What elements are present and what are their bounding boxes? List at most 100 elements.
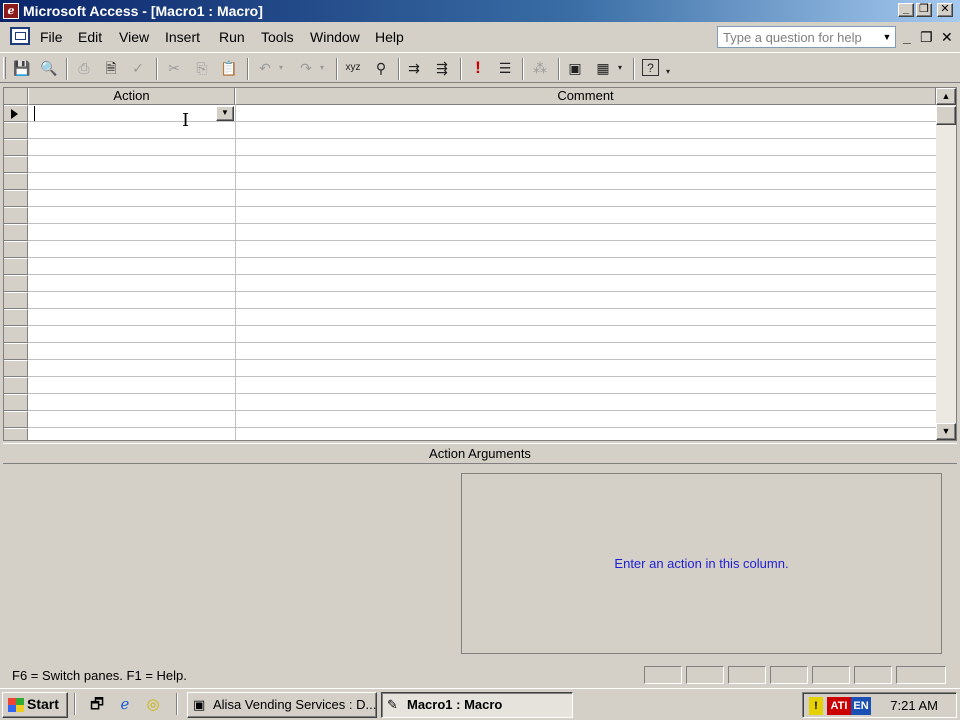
print-preview-db-icon[interactable]: 🔍 xyxy=(40,59,58,77)
scroll-down-button[interactable]: ▼ xyxy=(936,423,956,440)
row-selector[interactable] xyxy=(4,224,28,241)
single-step-icon[interactable]: ☰ xyxy=(496,59,514,77)
build-icon[interactable]: ⁂ xyxy=(531,59,549,77)
row-selector[interactable] xyxy=(4,139,28,156)
row-selector[interactable] xyxy=(4,326,28,343)
ati-icon[interactable]: ATI xyxy=(827,697,851,715)
taskbar-button-database[interactable]: ▣ Alisa Vending Services : D... xyxy=(187,692,377,718)
row-selector[interactable] xyxy=(4,207,28,224)
show-desktop-icon[interactable]: 🗗 xyxy=(87,695,107,715)
grid-row-line xyxy=(28,172,936,173)
toolbar-options-icon[interactable]: ▾ xyxy=(663,63,673,81)
menu-help[interactable]: Help xyxy=(375,29,404,45)
chevron-down-icon[interactable]: ▼ xyxy=(879,27,895,47)
row-selector[interactable] xyxy=(4,411,28,428)
print-preview-icon[interactable]: 🗎 xyxy=(102,59,120,77)
row-selector[interactable] xyxy=(4,394,28,411)
row-selector[interactable] xyxy=(4,360,28,377)
clock[interactable]: 7:21 AM xyxy=(890,698,938,713)
toolbar-separator xyxy=(398,58,400,80)
grid-row-line xyxy=(28,376,936,377)
status-text: F6 = Switch panes. F1 = Help. xyxy=(12,668,187,683)
grid-row-line xyxy=(28,223,936,224)
help-question-box[interactable]: Type a question for help ▼ xyxy=(717,26,896,48)
mdi-restore-button[interactable]: ❐ xyxy=(920,29,933,46)
menu-tools[interactable]: Tools xyxy=(261,29,294,45)
vertical-scrollbar[interactable]: ▲ ▼ xyxy=(936,88,956,440)
row-selector[interactable] xyxy=(4,241,28,258)
grid-row-line xyxy=(28,138,936,139)
minimize-button[interactable]: _ xyxy=(898,3,914,17)
copy-icon[interactable]: ⎘ xyxy=(193,59,211,77)
grid-row-line xyxy=(28,240,936,241)
row-selector[interactable] xyxy=(4,122,28,139)
help-icon[interactable]: ? xyxy=(642,59,659,76)
insert-rows-icon[interactable]: ⇉ xyxy=(405,59,423,77)
row-selector[interactable] xyxy=(4,343,28,360)
database-window-icon[interactable]: ▣ xyxy=(566,59,584,77)
grid-row-line xyxy=(28,410,936,411)
action-arguments-header: Action Arguments xyxy=(3,443,957,463)
spelling-icon[interactable]: ✓ xyxy=(129,59,147,77)
grid-corner[interactable] xyxy=(4,88,28,105)
row-selector[interactable] xyxy=(4,190,28,207)
language-indicator[interactable]: EN xyxy=(851,697,871,715)
outlook-icon[interactable]: ◎ xyxy=(143,695,163,715)
column-header-comment[interactable]: Comment xyxy=(235,88,936,105)
undo-icon[interactable]: ↶ xyxy=(256,59,274,77)
status-panel xyxy=(686,666,724,684)
close-button[interactable]: ✕ xyxy=(937,3,953,17)
macro-window-icon[interactable] xyxy=(10,27,30,45)
menu-view[interactable]: View xyxy=(119,29,149,45)
redo-icon[interactable]: ↷ xyxy=(297,59,315,77)
new-object-dropdown-icon[interactable]: ▾ xyxy=(615,59,625,77)
action-dropdown-button[interactable]: ▼ xyxy=(216,106,234,121)
run-icon[interactable]: ! xyxy=(469,59,487,77)
row-selector[interactable] xyxy=(4,292,28,309)
access-app-icon[interactable]: ℯ xyxy=(3,3,19,19)
row-selector[interactable] xyxy=(4,309,28,326)
column-header-action[interactable]: Action xyxy=(28,88,235,105)
undo-dropdown-icon[interactable]: ▾ xyxy=(276,59,286,77)
internet-explorer-icon[interactable]: ℯ xyxy=(115,695,135,715)
print-icon[interactable]: ⎙ xyxy=(75,59,93,77)
menu-run[interactable]: Run xyxy=(219,29,245,45)
mdi-minimize-button[interactable]: _ xyxy=(903,29,911,45)
menu-insert[interactable]: Insert xyxy=(165,29,200,45)
row-selector[interactable] xyxy=(4,258,28,275)
scroll-thumb[interactable] xyxy=(936,106,956,125)
toolbar-grip[interactable] xyxy=(3,57,6,79)
row-selector[interactable] xyxy=(4,105,28,122)
menu-file[interactable]: File xyxy=(40,29,63,45)
save-icon[interactable]: 💾 xyxy=(13,59,31,77)
row-selector[interactable] xyxy=(4,428,28,440)
taskbar-button-macro[interactable]: ✎ Macro1 : Macro xyxy=(381,692,573,718)
toolbar-separator xyxy=(633,58,635,80)
start-button[interactable]: Start xyxy=(2,692,68,718)
help-question-placeholder: Type a question for help xyxy=(723,30,862,45)
new-object-icon[interactable]: ▦ xyxy=(594,59,612,77)
mdi-close-button[interactable]: ✕ xyxy=(941,29,953,46)
row-selector[interactable] xyxy=(4,377,28,394)
row-selector[interactable] xyxy=(4,275,28,292)
tray-app-icon[interactable]: ! xyxy=(809,697,823,715)
conditions-icon[interactable]: ⚲ xyxy=(372,59,390,77)
action-cell-input[interactable] xyxy=(32,107,232,122)
windows-logo-icon xyxy=(8,698,24,712)
cut-icon[interactable]: ✂ xyxy=(165,59,183,77)
delete-rows-icon[interactable]: ⇶ xyxy=(433,59,451,77)
menu-window[interactable]: Window xyxy=(310,29,360,45)
menu-edit[interactable]: Edit xyxy=(78,29,102,45)
row-selector[interactable] xyxy=(4,156,28,173)
title-bar: ℯ Microsoft Access - [Macro1 : Macro] _ … xyxy=(0,0,960,22)
redo-dropdown-icon[interactable]: ▾ xyxy=(317,59,327,77)
scroll-up-button[interactable]: ▲ xyxy=(936,88,956,105)
row-selectors xyxy=(4,105,28,440)
toolbar-separator xyxy=(336,58,338,80)
macro-names-icon[interactable]: xyz xyxy=(344,59,362,77)
start-label: Start xyxy=(27,696,59,712)
paste-icon[interactable]: 📋 xyxy=(220,59,238,77)
restore-button[interactable]: ❐ xyxy=(916,3,932,17)
row-selector[interactable] xyxy=(4,173,28,190)
macro-grid: Action Comment ▼ I ▲ ▼ xyxy=(3,87,957,441)
